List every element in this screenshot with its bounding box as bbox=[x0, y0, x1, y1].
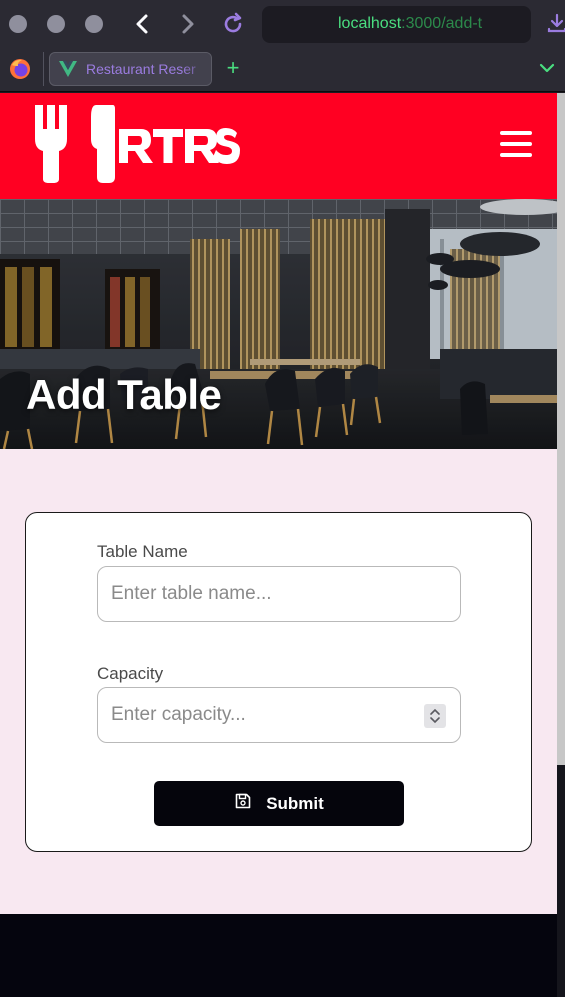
tab-fade bbox=[181, 53, 211, 85]
window-close-button[interactable] bbox=[9, 15, 27, 33]
submit-button[interactable]: Submit bbox=[154, 781, 404, 826]
logo-letter-t bbox=[153, 129, 183, 163]
forward-icon[interactable] bbox=[173, 10, 201, 38]
tab-separator bbox=[43, 52, 44, 86]
tab-list-icon[interactable] bbox=[536, 58, 558, 78]
back-icon[interactable] bbox=[129, 10, 157, 38]
page-viewport: Add Table Table Name Capacity Submit bbox=[0, 93, 557, 997]
hero-banner: Add Table bbox=[0, 199, 557, 449]
site-footer bbox=[0, 914, 557, 997]
firefox-icon[interactable] bbox=[9, 58, 31, 80]
capacity-label: Capacity bbox=[97, 664, 164, 683]
save-icon bbox=[234, 792, 252, 815]
table-name-label: Table Name bbox=[97, 542, 188, 561]
rtrs-logo[interactable] bbox=[33, 103, 243, 185]
window-maximize-button[interactable] bbox=[85, 15, 103, 33]
url-host: localhost bbox=[338, 15, 402, 32]
url-bar[interactable]: localhost:3000/add-t bbox=[262, 6, 531, 43]
capacity-stepper[interactable] bbox=[424, 704, 446, 728]
logo-letter-r1 bbox=[119, 129, 153, 163]
capacity-input[interactable] bbox=[97, 687, 461, 743]
table-name-input[interactable] bbox=[97, 566, 461, 622]
page-title: Add Table bbox=[26, 371, 222, 418]
site-header bbox=[0, 93, 557, 199]
url-path: :3000/add-t bbox=[401, 15, 483, 32]
add-table-form: Table Name Capacity Submit bbox=[25, 512, 532, 852]
url-text: localhost:3000/add-t bbox=[338, 15, 482, 33]
window-minimize-button[interactable] bbox=[47, 15, 65, 33]
scrollbar-lower bbox=[557, 765, 565, 997]
browser-toolbar: localhost:3000/add-t bbox=[0, 0, 565, 48]
tab-title: Restaurant Reser bbox=[86, 61, 196, 77]
hamburger-icon[interactable] bbox=[500, 131, 532, 157]
new-tab-button[interactable]: + bbox=[222, 56, 244, 80]
logo-letter-s bbox=[213, 128, 240, 164]
scrollbar-thumb[interactable] bbox=[557, 93, 565, 765]
submit-label: Submit bbox=[266, 793, 324, 813]
tab-restaurant[interactable]: Restaurant Reser bbox=[49, 52, 212, 86]
download-icon[interactable] bbox=[546, 12, 565, 34]
tab-strip: Restaurant Reser + bbox=[0, 48, 565, 92]
vue-icon bbox=[58, 59, 78, 79]
reload-icon[interactable] bbox=[219, 10, 247, 38]
